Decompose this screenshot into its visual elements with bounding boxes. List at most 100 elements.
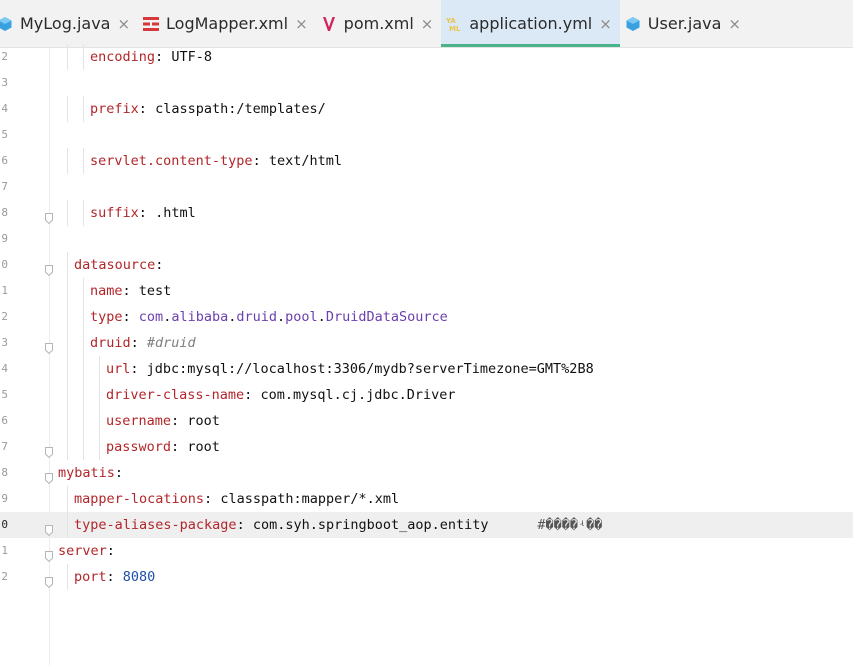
line-number: 0 xyxy=(1,258,8,271)
package-segment: druid xyxy=(236,309,278,325)
yaml-value: test xyxy=(138,283,172,299)
yaml-entry: driver-class-name: com.mysql.cj.jdbc.Dri… xyxy=(106,382,456,408)
yaml-value: com.syh.springboot_aop.entity xyxy=(252,517,489,533)
yaml-entry: servlet.content-type: text/html xyxy=(90,148,342,174)
tab-user-java[interactable]: User.java × xyxy=(620,0,749,47)
line-number: 5 xyxy=(1,388,8,401)
code-line[interactable]: 2 port: 8080 xyxy=(0,564,853,590)
yaml-value: root xyxy=(187,413,220,429)
tab-label: application.yml xyxy=(469,14,593,33)
code-line[interactable]: 6 servlet.content-type: text/html xyxy=(0,148,853,174)
code-line[interactable]: 1 name: test xyxy=(0,278,853,304)
package-segment: alibaba xyxy=(171,309,229,325)
yaml-key: mybatis xyxy=(58,465,115,481)
indent-guide xyxy=(67,512,68,538)
code-line[interactable]: 4 url: jdbc:mysql://localhost:3306/mydb?s… xyxy=(0,356,853,382)
fold-marker-icon[interactable] xyxy=(45,441,53,459)
yaml-comment: #����ʵ�� xyxy=(537,517,603,533)
code-line[interactable]: 3 druid: #druid xyxy=(0,330,853,356)
indent-guide xyxy=(99,408,100,434)
yaml-colon: : xyxy=(130,335,139,351)
yaml-entry: password: root xyxy=(106,434,220,460)
fold-marker-icon[interactable] xyxy=(45,337,53,355)
fold-marker-icon[interactable] xyxy=(45,519,53,537)
yaml-colon: : xyxy=(252,153,261,169)
line-number: 7 xyxy=(1,440,8,453)
yaml-number-value: 8080 xyxy=(122,569,156,585)
tab-logmapper-xml[interactable]: LogMapper.xml × xyxy=(138,0,316,47)
yaml-key: port xyxy=(74,569,107,585)
fold-marker-icon[interactable] xyxy=(45,259,53,277)
fold-marker-icon[interactable] xyxy=(45,545,53,563)
yaml-entry: server: xyxy=(58,538,115,564)
code-line[interactable]: 5 xyxy=(0,122,853,148)
code-line[interactable]: 0 type-aliases-package: com.syh.springboo… xyxy=(0,512,853,538)
code-line[interactable]: 8 mybatis: xyxy=(0,460,853,486)
yaml-entry: mapper-locations: classpath:mapper/*.xml xyxy=(74,486,399,512)
close-tab-icon[interactable]: × xyxy=(117,15,130,33)
code-line[interactable]: 7 xyxy=(0,174,853,200)
code-line[interactable]: 2 type: com.alibaba.druid.pool.DruidDataS… xyxy=(0,304,853,330)
close-tab-icon[interactable]: × xyxy=(599,15,612,33)
code-line[interactable]: 9 xyxy=(0,226,853,252)
java-class-icon xyxy=(624,15,642,33)
package-segment: com xyxy=(138,309,164,325)
code-line[interactable]: 6 username: root xyxy=(0,408,853,434)
code-line[interactable]: 1 server: xyxy=(0,538,853,564)
fold-marker-icon[interactable] xyxy=(45,571,53,589)
yaml-value: .html xyxy=(155,205,196,221)
tab-mylog-java[interactable]: MyLog.java × xyxy=(0,0,138,47)
yaml-value: root xyxy=(187,439,220,455)
code-line[interactable]: 2 encoding: UTF-8 xyxy=(0,44,853,70)
yaml-colon: : xyxy=(155,49,164,65)
yaml-entry: name: test xyxy=(90,278,171,304)
yaml-entry: type: com.alibaba.druid.pool.DruidDataSo… xyxy=(90,304,448,330)
indent-guide xyxy=(83,434,84,460)
code-line[interactable]: 3 xyxy=(0,70,853,96)
indent-guide xyxy=(83,408,84,434)
yaml-comment: #druid xyxy=(146,335,196,351)
indent-guide xyxy=(67,408,68,434)
fold-marker-icon[interactable] xyxy=(45,467,53,485)
indent-guide xyxy=(67,434,68,460)
line-number: 4 xyxy=(1,362,8,375)
yaml-key: datasource xyxy=(74,257,156,273)
tab-pom-xml[interactable]: pom.xml × xyxy=(316,0,442,47)
code-line[interactable]: 7 password: root xyxy=(0,434,853,460)
line-number: 1 xyxy=(1,544,8,557)
yaml-icon: YA ML xyxy=(445,15,463,33)
tab-application-yml[interactable]: YA ML application.yml × xyxy=(441,0,620,47)
indent-guide xyxy=(67,200,68,226)
line-number: 2 xyxy=(1,310,8,323)
code-line[interactable]: 0 datasource: xyxy=(0,252,853,278)
code-line[interactable]: 8 suffix: .html xyxy=(0,200,853,226)
yaml-colon: : xyxy=(138,101,147,117)
close-tab-icon[interactable]: × xyxy=(728,15,741,33)
fold-marker-icon[interactable] xyxy=(45,207,53,225)
code-line[interactable]: 5 driver-class-name: com.mysql.cj.jdbc.Dr… xyxy=(0,382,853,408)
close-tab-icon[interactable]: × xyxy=(295,15,308,33)
indent-guide xyxy=(83,44,84,70)
code-editor[interactable]: 2 encoding: UTF-8 3 4 prefix: classpath:/tem… xyxy=(0,44,853,665)
line-number: 0 xyxy=(1,518,8,531)
yaml-entry: username: root xyxy=(106,408,220,434)
yaml-entry: druid: #druid xyxy=(90,330,196,356)
dot: . xyxy=(277,309,286,325)
indent-guide xyxy=(83,382,84,408)
close-tab-icon[interactable]: × xyxy=(421,15,434,33)
code-line[interactable]: 4 prefix: classpath:/templates/ xyxy=(0,96,853,122)
indent-guide xyxy=(67,44,68,70)
code-line[interactable]: 9 mapper-locations: classpath:mapper/*.xm… xyxy=(0,486,853,512)
line-number: 5 xyxy=(1,128,8,141)
yaml-colon: : xyxy=(236,517,245,533)
yaml-entry: mybatis: xyxy=(58,460,123,486)
mapper-xml-icon xyxy=(142,15,160,33)
indent-guide xyxy=(83,148,84,174)
line-number: 6 xyxy=(1,154,8,167)
svg-text:ML: ML xyxy=(449,25,461,33)
tab-label: pom.xml xyxy=(343,14,414,33)
line-number: 8 xyxy=(1,466,8,479)
yaml-colon: : xyxy=(244,387,253,403)
yaml-entry: suffix: .html xyxy=(90,200,196,226)
indent-guide xyxy=(67,382,68,408)
